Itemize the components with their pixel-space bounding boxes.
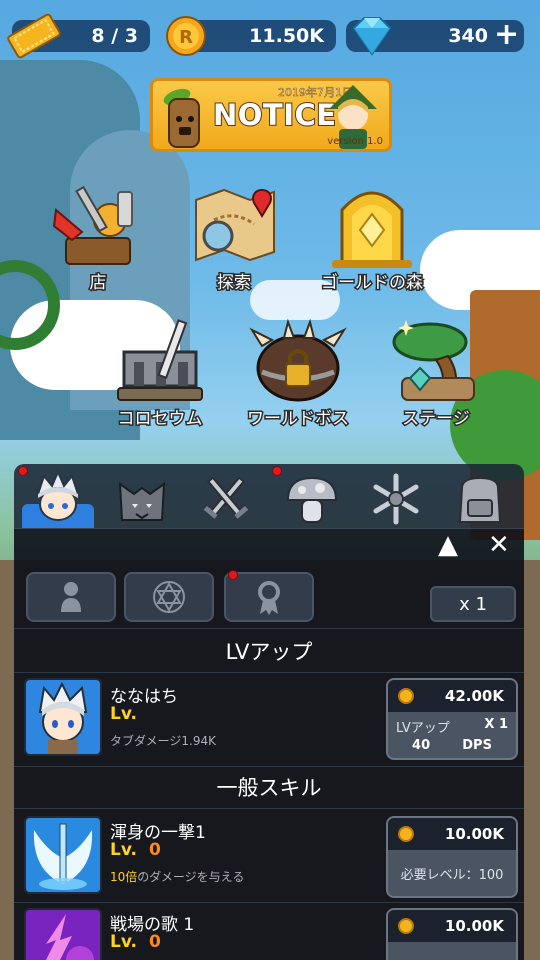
gem-amount: 340 — [448, 25, 488, 47]
swords-tab-icon — [203, 476, 249, 519]
hero-levelup-action: LVアップ — [396, 721, 450, 736]
notice-version: version 1.0 — [327, 136, 383, 147]
wolf-tab-icon — [118, 481, 166, 521]
gold-forest-icon — [332, 191, 412, 268]
panel-divider — [14, 672, 524, 673]
shop-icon — [52, 185, 133, 265]
wing-strike-icon — [26, 818, 100, 892]
multiplier-button[interactable]: x 1 — [430, 586, 516, 622]
panel-divider — [14, 902, 524, 903]
category-tab-bar — [14, 464, 524, 528]
tab-pets[interactable] — [106, 470, 178, 528]
collapse-panel-button[interactable]: ▲ — [438, 530, 458, 560]
hero-levelup-info: LVアップ X 1 40 DPS — [388, 712, 516, 758]
hero-panel: ▲ ✕ x 1 LVアップ ななはち Lv. タブダメージ1.94K 42.00… — [14, 528, 524, 960]
colosseum-icon — [117, 319, 203, 401]
tab-hero-badge — [18, 466, 28, 476]
coin-icon — [398, 688, 414, 704]
add-gems-button[interactable]: + — [494, 17, 519, 52]
skill-requirement: 必要レベル：100 — [400, 868, 504, 883]
skill-cost: 10.00K — [388, 818, 516, 850]
panel-divider — [14, 766, 524, 767]
notice-title: NOTICE — [212, 97, 337, 133]
tab-inventory[interactable] — [444, 470, 516, 528]
hero-levelup-cost-value: 42.00K — [444, 687, 504, 705]
panel-divider — [14, 628, 524, 629]
hero-levelup-cost: 42.00K — [388, 680, 516, 712]
hero-portrait-icon — [38, 681, 88, 754]
tab-equipment[interactable] — [190, 470, 262, 528]
skill-description-highlight: 10倍 — [110, 870, 138, 884]
coin-icon — [398, 918, 414, 934]
subtab-awards[interactable] — [224, 572, 314, 622]
notice-mascot-icon — [163, 88, 200, 148]
hero-tab-icon — [36, 469, 80, 521]
menu-colosseum-label: コロセウム — [116, 408, 204, 431]
tab-hero[interactable] — [22, 469, 94, 528]
skill-level-label: Lv. — [110, 840, 137, 860]
skill-description: 10倍のダメージを与える — [110, 868, 244, 885]
hero-levelup-mult: X 1 — [484, 717, 508, 732]
menu-world-boss-label: ワールドボス — [246, 408, 351, 431]
tab-skills[interactable] — [360, 470, 432, 528]
snowflake-tab-icon — [373, 473, 419, 525]
menu-gold-forest-label: ゴールドの森 — [320, 272, 425, 295]
person-icon — [61, 582, 81, 612]
hero-dps-value: 40 — [412, 738, 431, 753]
hero-level-label: Lv. — [110, 704, 137, 724]
skill-icon-frame[interactable] — [24, 816, 102, 894]
map-icon — [195, 188, 275, 262]
ticket-icon — [7, 13, 61, 59]
award-ribbon-icon — [258, 581, 280, 615]
skill-level-value: 0 — [149, 840, 161, 860]
skill-learn-button[interactable]: 10.00K 必要レベル：100 — [386, 816, 518, 898]
notice-banner[interactable]: NOTICE 2019年7月1日 version 1.0 — [150, 78, 392, 152]
menu-stage-label: ステージ — [401, 408, 472, 431]
subtab-hero[interactable] — [26, 572, 116, 622]
gold-amount: 11.50K — [249, 25, 324, 47]
panel-divider — [14, 808, 524, 809]
menu-explore-label: 探索 — [216, 272, 253, 295]
subtab-awards-badge — [228, 570, 238, 580]
svg-text:R: R — [179, 27, 193, 48]
panel-divider — [14, 528, 524, 529]
hero-levelup-button[interactable]: 42.00K LVアップ X 1 40 DPS — [386, 678, 518, 760]
skill-icon-frame[interactable] — [24, 908, 102, 960]
skill-cost-value: 10.00K — [444, 917, 504, 935]
skill-cost-value: 10.00K — [444, 825, 504, 843]
skill-level-label: Lv. — [110, 932, 137, 952]
hero-level: Lv. — [110, 704, 137, 724]
gold-coin-icon: R — [166, 16, 206, 56]
gem-icon — [352, 17, 392, 56]
menu-shop-label: 店 — [88, 272, 108, 295]
tab-mushroom[interactable] — [276, 470, 348, 528]
mushroom-tab-icon — [286, 476, 338, 523]
skill-cost: 10.00K — [388, 910, 516, 942]
skill-description-text: のダメージを与える — [137, 870, 245, 884]
skill-section-title: 一般スキル — [216, 776, 322, 800]
skill-level: Lv. 0 — [110, 932, 161, 952]
skill-learn-button[interactable]: 10.00K — [386, 908, 518, 960]
hero-avatar[interactable] — [24, 678, 102, 756]
skill-level: Lv. 0 — [110, 840, 161, 860]
stage-icon — [392, 320, 475, 401]
subtab-magic[interactable] — [124, 572, 214, 622]
hexagram-icon — [153, 581, 185, 613]
backpack-tab-icon — [458, 476, 502, 523]
skill-level-value: 0 — [149, 932, 161, 952]
close-panel-button[interactable]: ✕ — [488, 530, 510, 560]
ticket-count: 8 / 3 — [91, 25, 138, 47]
levelup-section-title: LVアップ — [225, 640, 313, 664]
hero-tap-damage: タブダメージ1.94K — [110, 734, 216, 748]
world-boss-icon — [249, 318, 347, 402]
resource-bar: 8 / 3 11.50K R 340 + — [0, 13, 540, 59]
coin-icon — [398, 826, 414, 842]
hero-dps-label: DPS — [462, 738, 492, 753]
battle-song-icon — [26, 910, 100, 960]
